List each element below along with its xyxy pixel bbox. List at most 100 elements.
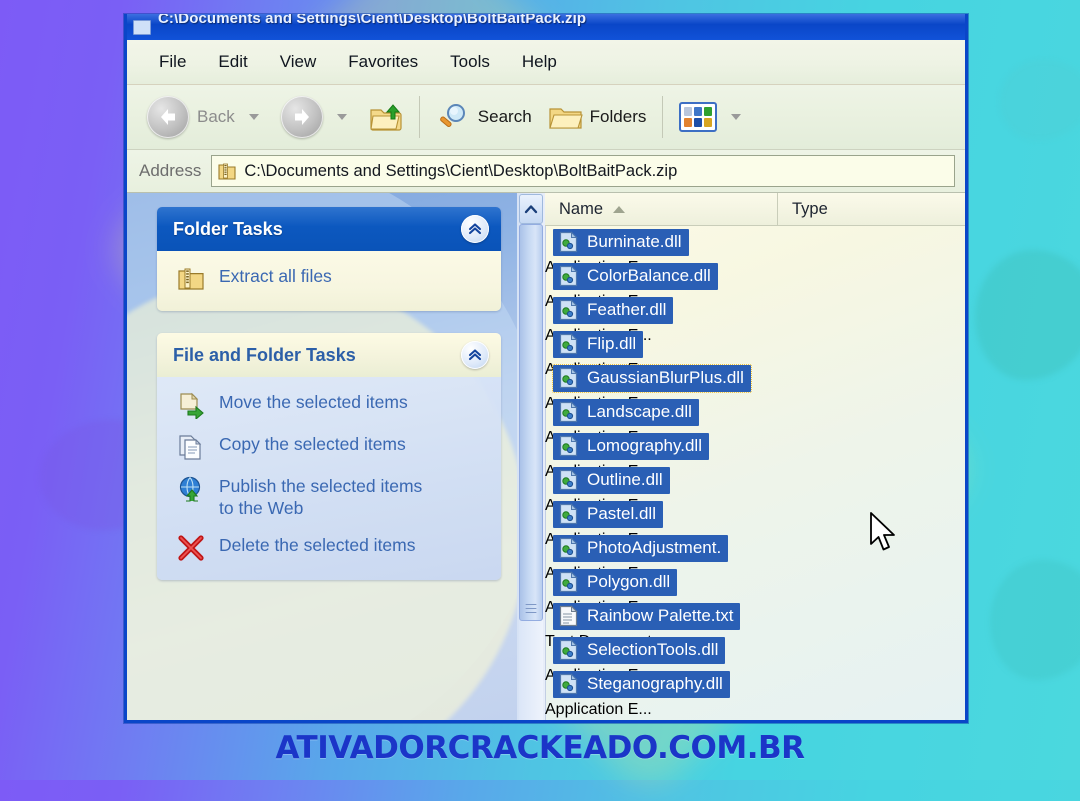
explorer-window: C:\Documents and Settings\Cient\Desktop\… <box>124 14 968 723</box>
splat-3 <box>990 560 1080 680</box>
table-row[interactable]: Pastel.dll Application E... <box>545 497 965 548</box>
sort-ascending-icon <box>613 205 626 213</box>
search-button[interactable]: Search <box>428 91 540 143</box>
menu-item-view[interactable]: View <box>264 48 333 76</box>
table-row[interactable]: Steganography.dll Application E... <box>545 667 965 718</box>
file-name: Outline.dll <box>587 470 663 489</box>
file-name: GaussianBlurPlus.dll <box>587 368 744 387</box>
table-row[interactable]: PhotoAdjustment. Application E... <box>545 531 965 582</box>
task-label: Extract all files <box>219 266 332 286</box>
scroll-up-button[interactable] <box>519 194 543 224</box>
address-input[interactable]: C:\Documents and Settings\Cient\Desktop\… <box>211 155 955 187</box>
file-and-folder-tasks-header[interactable]: File and Folder Tasks <box>157 333 501 377</box>
table-row[interactable]: GaussianBlurPlus.dll Application E... <box>545 361 965 412</box>
views-dropdown-chevron-down-icon[interactable] <box>731 114 742 120</box>
task-publish-selected-items-to-web[interactable]: Publish the selected items to the Web <box>177 475 487 520</box>
column-header-type[interactable]: Type <box>777 193 965 225</box>
file-name: PhotoAdjustment. <box>587 538 722 557</box>
delete-x-icon <box>177 534 205 562</box>
task-extract-all-files[interactable]: Extract all files <box>177 265 487 293</box>
task-sidebar: Folder Tasks Extract all files File and … <box>127 193 517 720</box>
table-row[interactable]: SelectionTools.dll Application E... <box>545 633 965 684</box>
copy-file-icon <box>177 433 205 461</box>
address-bar: Address C:\Documents and Settings\Cient\… <box>127 150 965 193</box>
column-header-name-label: Name <box>559 199 604 218</box>
up-one-level-button[interactable] <box>361 91 411 143</box>
text-doc-icon <box>559 605 578 627</box>
menu-item-edit[interactable]: Edit <box>202 48 263 76</box>
task-delete-selected-items[interactable]: Delete the selected items <box>177 534 487 562</box>
table-row[interactable]: ColorBalance.dll Application E... <box>545 259 965 310</box>
menu-item-tools[interactable]: Tools <box>434 48 506 76</box>
table-row[interactable]: Flip.dll Application E... <box>545 327 965 378</box>
splat-2 <box>975 250 1080 380</box>
column-header-name[interactable]: Name <box>545 193 777 225</box>
menu-item-help[interactable]: Help <box>506 48 573 76</box>
menu-item-file[interactable]: File <box>143 48 202 76</box>
file-type: Application E... <box>545 701 652 718</box>
file-and-folder-tasks-body: Move the selected items Copy the selecte… <box>157 377 501 580</box>
file-and-folder-tasks-panel: File and Folder Tasks Move the selected … <box>157 333 501 580</box>
arrow-right-icon <box>280 96 323 138</box>
file-name: Burninate.dll <box>587 232 682 251</box>
back-dropdown-chevron-down-icon[interactable] <box>248 114 259 120</box>
file-name: Lomography.dll <box>587 436 702 455</box>
table-row[interactable]: Outline.dll Application E... <box>545 463 965 514</box>
folder-tasks-panel: Folder Tasks Extract all files <box>157 207 501 311</box>
site-watermark: ATIVADORCRACKEADO.COM.BR <box>275 730 805 766</box>
task-label: Copy the selected items <box>219 434 406 454</box>
dll-icon <box>559 367 578 389</box>
task-copy-selected-items[interactable]: Copy the selected items <box>177 433 487 461</box>
dll-icon <box>559 503 578 525</box>
chevron-up-icon[interactable] <box>461 341 489 369</box>
zip-extract-icon <box>177 265 205 293</box>
folder-tasks-title: Folder Tasks <box>173 218 283 239</box>
dll-icon <box>559 673 578 695</box>
task-label: Publish the selected items to the Web <box>219 476 423 519</box>
file-name: SelectionTools.dll <box>587 640 719 659</box>
task-label: Delete the selected items <box>219 534 416 555</box>
zip-folder-icon <box>218 162 236 181</box>
folder-up-icon <box>369 103 403 131</box>
views-button[interactable] <box>671 91 755 143</box>
dll-icon <box>559 469 578 491</box>
dll-icon <box>559 265 578 287</box>
menu-item-favorites[interactable]: Favorites <box>332 48 434 76</box>
window-content: Folder Tasks Extract all files File and … <box>127 193 965 720</box>
chevron-up-icon[interactable] <box>461 215 489 243</box>
scrollbar-track[interactable] <box>519 224 543 720</box>
file-name: Rainbow Palette.txt <box>587 606 734 625</box>
dll-icon <box>559 231 578 253</box>
table-row[interactable]: Burninate.dll Application E... <box>545 225 965 276</box>
splat-4 <box>1000 60 1080 140</box>
folder-tasks-body: Extract all files <box>157 251 501 311</box>
task-label: Move the selected items <box>219 392 408 412</box>
vertical-scrollbar[interactable] <box>517 193 546 720</box>
scrollbar-thumb[interactable] <box>519 224 543 621</box>
views-tiles-icon <box>679 102 718 132</box>
magnifier-icon <box>436 103 470 131</box>
table-row[interactable]: Feather.dll Application E... <box>545 293 965 344</box>
title-zip-folder-icon <box>133 19 151 35</box>
table-row[interactable]: Lomography.dll Application E... <box>545 429 965 480</box>
title-bar[interactable]: C:\Documents and Settings\Cient\Desktop\… <box>127 14 965 40</box>
table-row[interactable]: Rainbow Palette.txt Text Document <box>545 599 965 650</box>
file-list-header: Name Type <box>545 193 965 226</box>
forward-dropdown-chevron-down-icon[interactable] <box>336 114 347 120</box>
back-button[interactable]: Back <box>139 91 273 143</box>
table-row[interactable]: Landscape.dll Application E... <box>545 395 965 446</box>
dll-icon <box>559 435 578 457</box>
file-and-folder-tasks-title: File and Folder Tasks <box>173 344 356 365</box>
table-row[interactable]: Polygon.dll Application E... <box>545 565 965 616</box>
toolbar-separator-2 <box>662 96 664 138</box>
forward-button[interactable] <box>273 91 361 143</box>
address-label: Address <box>139 161 202 180</box>
file-name: Pastel.dll <box>587 504 656 523</box>
task-move-selected-items[interactable]: Move the selected items <box>177 391 487 421</box>
folder-tasks-header[interactable]: Folder Tasks <box>157 207 501 251</box>
folders-button[interactable]: Folders <box>540 91 655 143</box>
dll-icon <box>559 537 578 559</box>
folder-icon <box>548 103 583 131</box>
arrow-left-icon <box>147 96 189 138</box>
file-list-pane: Name Type Burninate.dll ColorBalance.dll… <box>517 193 965 720</box>
